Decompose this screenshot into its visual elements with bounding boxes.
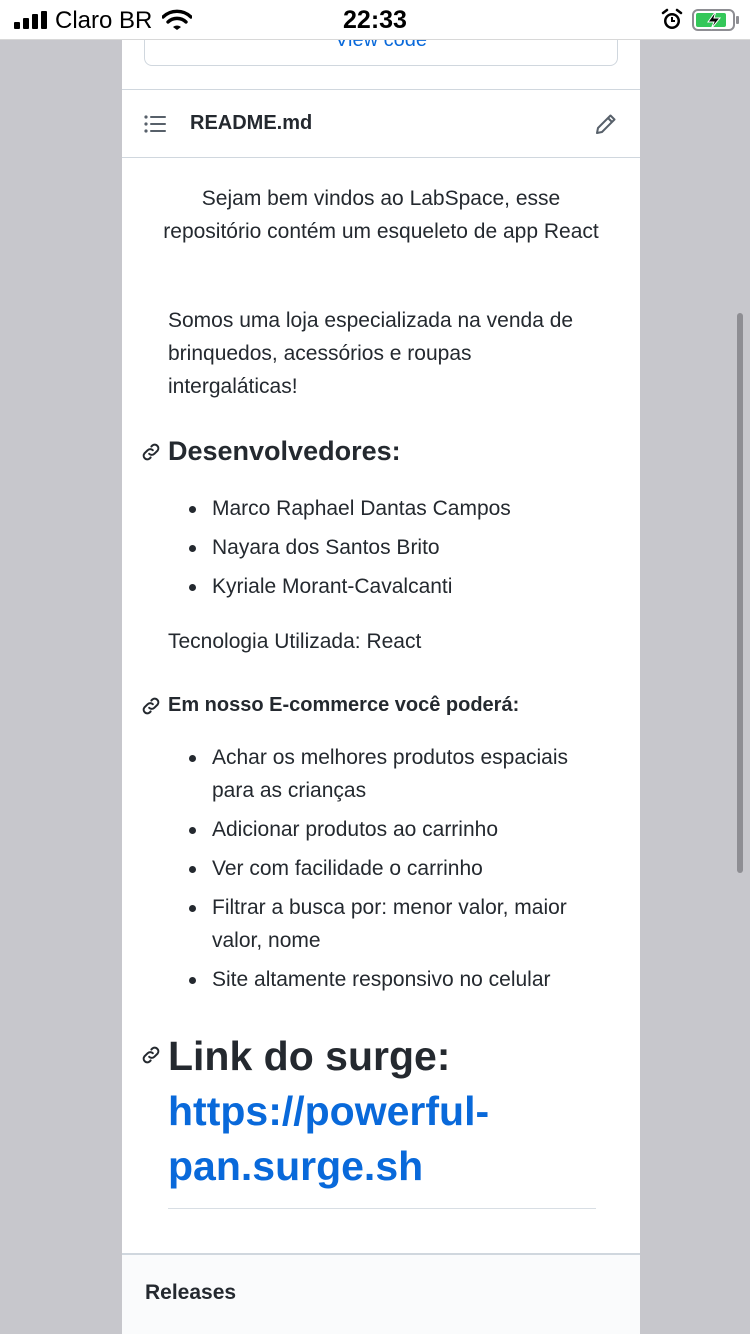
readme-filename: README.md — [190, 112, 313, 134]
scrollbar[interactable] — [737, 313, 743, 873]
developers-list: Marco Raphael Dantas Campos Nayara dos S… — [189, 492, 612, 609]
list-item: Adicionar produtos ao carrinho — [189, 813, 612, 846]
developers-heading: Desenvolvedores: — [168, 436, 401, 466]
releases-section: Releases — [122, 1255, 640, 1334]
pencil-icon[interactable] — [594, 112, 618, 136]
table-of-contents-icon[interactable] — [144, 114, 166, 134]
battery-charging-icon — [692, 9, 739, 31]
readme-intro: Sejam bem vindos ao LabSpace, esse repos… — [163, 187, 599, 243]
list-item: Site altamente responsivo no celular — [189, 963, 612, 996]
anchor-link-icon[interactable] — [140, 1044, 162, 1066]
list-item: Nayara dos Santos Brito — [189, 531, 612, 564]
readme-description: Somos uma loja especializada na venda de… — [168, 309, 574, 398]
surge-link[interactable]: https://powerful-pan.surge.sh — [168, 1088, 489, 1189]
surge-heading: Link do surge: https://powerful-pan.surg… — [168, 1029, 608, 1194]
features-heading: Em nosso E-commerce você poderá: — [168, 694, 520, 716]
technology-text: Tecnologia Utilizada: React — [168, 630, 422, 653]
anchor-link-icon[interactable] — [140, 695, 162, 717]
status-bar: Claro BR 22:33 — [0, 0, 750, 40]
list-item: Filtrar a busca por: menor valor, maior … — [189, 891, 612, 957]
status-time: 22:33 — [343, 6, 407, 34]
list-item: Marco Raphael Dantas Campos — [189, 492, 612, 525]
list-item: Kyriale Morant-Cavalcanti — [189, 570, 612, 603]
heading-divider — [168, 1208, 596, 1209]
surge-heading-label: Link do surge: — [168, 1033, 451, 1079]
features-list: Achar os melhores produtos espaciais par… — [189, 741, 612, 1002]
anchor-link-icon[interactable] — [140, 441, 162, 463]
readme-header: README.md — [122, 89, 640, 158]
list-item: Ver com facilidade o carrinho — [189, 852, 612, 885]
alarm-icon — [661, 8, 683, 29]
releases-title[interactable]: Releases — [145, 1281, 236, 1305]
readme-panel: View code README.md Sejam bem vindos ao … — [122, 20, 640, 1334]
list-item: Achar os melhores produtos espaciais par… — [189, 741, 612, 807]
